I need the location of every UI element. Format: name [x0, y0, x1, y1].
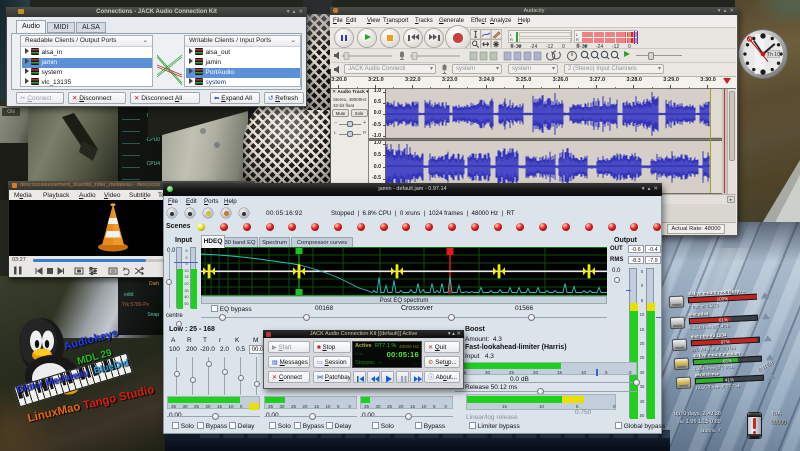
- svg-text:Th 10: Th 10: [767, 52, 780, 58]
